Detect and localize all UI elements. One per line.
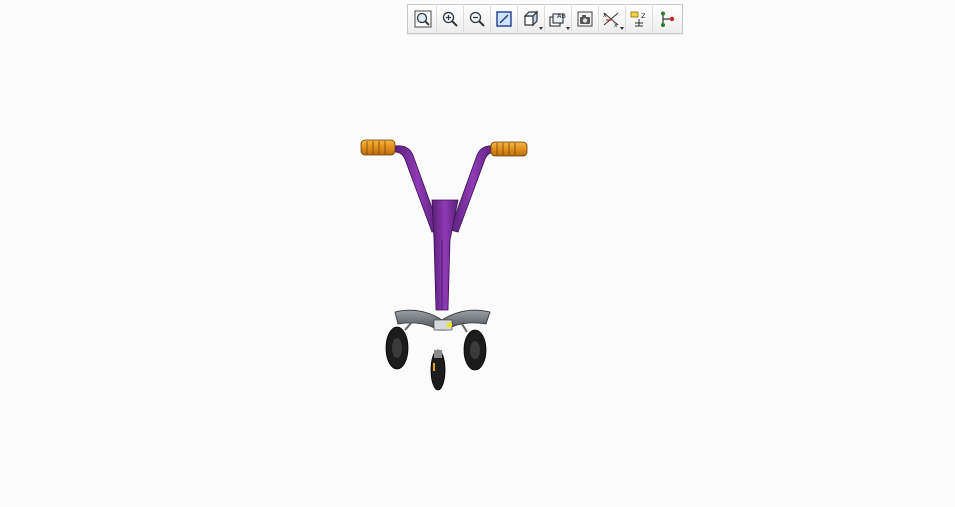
snapshot-button[interactable] [573, 6, 599, 32]
sketch-view-button[interactable] [492, 6, 518, 32]
3d-viewport[interactable]: AB x x Z [0, 0, 955, 507]
annotation-view-icon: AB [548, 10, 568, 28]
spin-center-icon [658, 10, 676, 28]
wheel-left [385, 321, 413, 370]
grip-left [360, 139, 396, 156]
wheel-right [461, 323, 487, 371]
coordinate-system-icon: Z [629, 10, 649, 28]
frame-stem [431, 199, 459, 311]
annotation-view-button[interactable]: AB [546, 6, 572, 32]
deck [394, 309, 491, 331]
zoom-out-button[interactable] [465, 6, 491, 32]
datum-display-button[interactable]: x x [600, 6, 626, 32]
svg-text:AB: AB [557, 12, 566, 20]
zoom-fit-button[interactable] [411, 6, 437, 32]
grip-right [490, 141, 528, 157]
datum-display-icon: x x [602, 10, 622, 28]
tri-scooter-model[interactable] [350, 130, 540, 404]
snapshot-icon [576, 10, 594, 28]
view-cube-icon [522, 10, 540, 28]
zoom-out-icon [468, 10, 486, 28]
svg-text:x: x [603, 12, 607, 19]
wheel-rear [430, 349, 446, 391]
zoom-in-icon [441, 10, 459, 28]
handlebar-right [449, 145, 496, 233]
sketch-view-icon [495, 10, 513, 28]
zoom-fit-icon [414, 10, 432, 28]
coordinate-system-button[interactable]: Z [627, 6, 653, 32]
view-cube-button[interactable] [519, 6, 545, 32]
view-toolbar: AB x x Z [407, 4, 683, 34]
svg-text:Z: Z [641, 12, 646, 20]
zoom-in-button[interactable] [438, 6, 464, 32]
spin-center-button[interactable] [654, 6, 680, 32]
svg-text:x: x [614, 22, 618, 28]
